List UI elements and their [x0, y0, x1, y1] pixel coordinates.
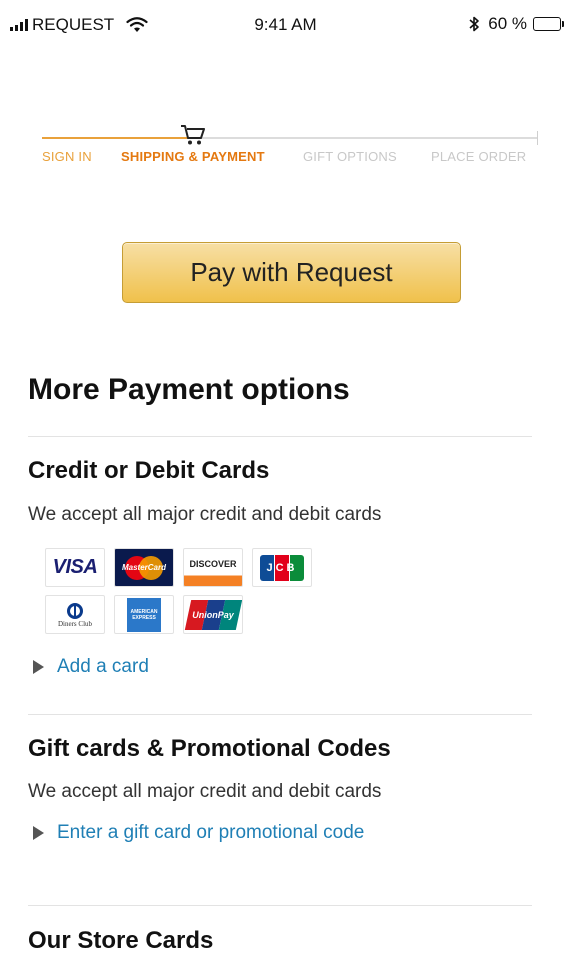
diners-club-logo: Diners Club [45, 595, 105, 634]
divider [28, 905, 532, 906]
status-bar: REQUEST 9:41 AM 60 % [0, 0, 571, 50]
credit-cards-heading: Credit or Debit Cards [28, 457, 270, 484]
jcb-logo: JCB [252, 548, 312, 587]
step-place-order: PLACE ORDER [431, 149, 527, 164]
divider [28, 714, 532, 715]
gift-cards-description: We accept all major credit and debit car… [28, 781, 382, 802]
triangle-right-icon [33, 660, 44, 674]
add-card-link-label[interactable]: Add a card [57, 656, 149, 678]
cart-icon [181, 125, 205, 145]
progress-track-fill [42, 137, 193, 139]
credit-cards-description: We accept all major credit and debit car… [28, 504, 382, 525]
american-express-logo: AMERICAN EXPRESS [114, 595, 174, 634]
step-sign-in[interactable]: SIGN IN [42, 149, 92, 164]
unionpay-logo: UnionPay [183, 595, 243, 634]
gift-card-link[interactable]: Enter a gift card or promotional code [33, 822, 364, 844]
divider [28, 436, 532, 437]
add-card-link[interactable]: Add a card [33, 656, 149, 678]
pay-with-request-button[interactable]: Pay with Request [122, 242, 461, 303]
visa-logo: VISA [45, 548, 105, 587]
status-bar-right: 60 % [468, 14, 564, 34]
card-logos: VISA MasterCard DISCOVER JCB Diners Club… [45, 548, 315, 642]
store-cards-heading: Our Store Cards [28, 927, 214, 954]
mastercard-logo: MasterCard [114, 548, 174, 587]
battery-percent: 60 % [488, 14, 527, 33]
discover-logo: DISCOVER [183, 548, 243, 587]
gift-card-link-label[interactable]: Enter a gift card or promotional code [57, 822, 364, 844]
step-gift-options: GIFT OPTIONS [303, 149, 397, 164]
checkout-progress: SIGN IN SHIPPING & PAYMENT GIFT OPTIONS … [40, 122, 538, 172]
progress-track-end [537, 131, 538, 145]
gift-cards-heading: Gift cards & Promotional Codes [28, 735, 391, 762]
triangle-right-icon [33, 826, 44, 840]
step-shipping-payment: SHIPPING & PAYMENT [121, 149, 265, 164]
battery-icon [533, 17, 564, 31]
diners-club-circle-icon [67, 602, 83, 619]
page-title: More Payment options [28, 373, 350, 406]
bluetooth-icon [469, 16, 480, 32]
